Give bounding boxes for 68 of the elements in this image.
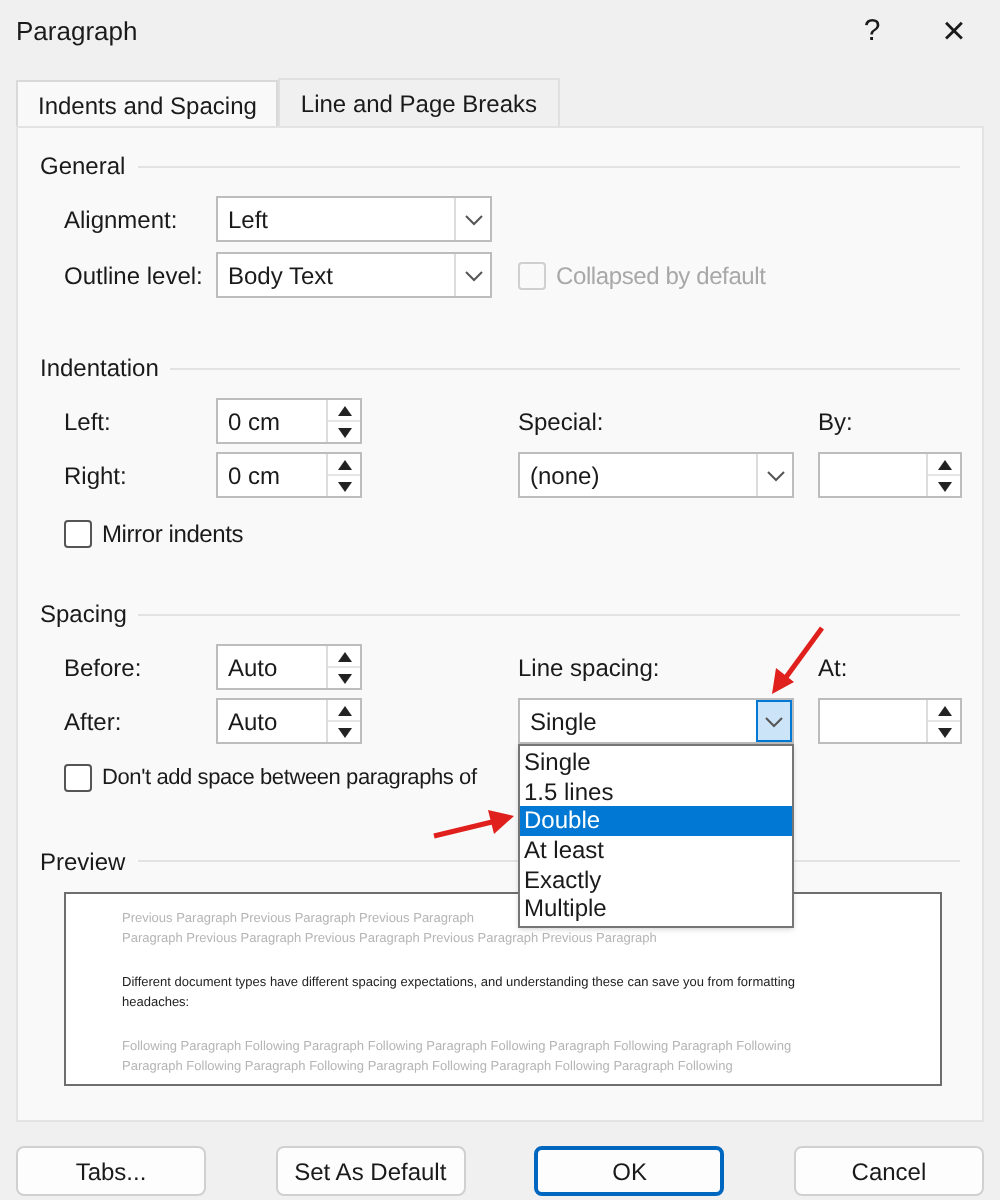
dropdown-option[interactable]: 1.5 lines (520, 777, 792, 807)
chevron-down-icon (463, 269, 483, 281)
spin-down-button[interactable] (328, 420, 360, 442)
chevron-down-icon (764, 715, 784, 727)
help-button[interactable]: ? (836, 0, 908, 64)
field-label: Alignment: (64, 203, 180, 237)
dropdown-option[interactable]: Multiple (520, 894, 792, 925)
field-label: At: (818, 651, 850, 685)
section-heading: General (40, 150, 126, 184)
field-label: Left: (64, 405, 113, 439)
dialog-button[interactable]: OK (534, 1146, 725, 1196)
dropdown-option[interactable]: Double (520, 806, 792, 837)
down-arrow-icon (937, 727, 951, 737)
up-arrow-icon (337, 705, 351, 715)
spin-down-button[interactable] (328, 720, 360, 742)
down-arrow-icon (337, 427, 351, 437)
spin-down-button[interactable] (328, 666, 360, 688)
window-title: Paragraph (16, 14, 140, 51)
field-label: By: (818, 405, 855, 439)
spin-box[interactable] (818, 698, 962, 744)
section-heading: Indentation (40, 352, 159, 386)
spin-box[interactable] (818, 452, 962, 498)
dropdown-option[interactable]: At least (520, 836, 792, 866)
up-arrow-icon (337, 651, 351, 661)
spin-box[interactable]: Auto (216, 698, 362, 744)
field-label: Special: (518, 405, 606, 439)
checkbox[interactable] (64, 520, 92, 548)
spin-box[interactable]: Auto (216, 644, 362, 690)
checkbox-label: Collapsed by default (556, 259, 766, 293)
dialog-button[interactable]: Tabs... (16, 1146, 206, 1196)
dropdown-option[interactable]: Single (520, 748, 792, 778)
checkbox-label: Don't add space between paragraphs of (102, 764, 477, 794)
up-arrow-icon (937, 705, 951, 715)
dropdown-field[interactable]: Body Text (216, 252, 492, 298)
field-label: Line spacing: (518, 651, 662, 685)
spin-down-button[interactable] (928, 474, 960, 496)
dropdown-field[interactable]: Single (518, 698, 794, 744)
dialog-button[interactable]: Set As Default (275, 1146, 466, 1196)
dialog-button[interactable]: Cancel (793, 1146, 984, 1196)
down-arrow-icon (337, 481, 351, 491)
dropdown-button[interactable] (756, 700, 792, 742)
down-arrow-icon (337, 727, 351, 737)
down-arrow-icon (337, 673, 351, 683)
up-arrow-icon (937, 459, 951, 469)
spin-down-button[interactable] (328, 474, 360, 496)
field-label: Before: (64, 651, 144, 685)
field-label: After: (64, 705, 124, 739)
down-arrow-icon (937, 481, 951, 491)
up-arrow-icon (337, 405, 351, 415)
section-heading: Spacing (40, 598, 127, 632)
spin-down-button[interactable] (928, 720, 960, 742)
chevron-down-icon (765, 469, 785, 481)
field-label: Outline level: (64, 259, 205, 293)
checkbox-label: Mirror indents (102, 518, 244, 552)
chevron-down-icon (463, 213, 483, 225)
close-button[interactable]: × (908, 0, 1000, 64)
spin-box[interactable]: 0 cm (216, 398, 362, 444)
dropdown-option[interactable]: Exactly (520, 865, 792, 895)
field-label: Right: (64, 459, 129, 493)
dropdown-field[interactable]: (none) (518, 452, 794, 498)
arrow-icon (432, 808, 516, 840)
dropdown-field[interactable]: Left (216, 196, 492, 242)
spin-box[interactable]: 0 cm (216, 452, 362, 498)
tab[interactable]: Line and Page Breaks (278, 78, 560, 126)
tab[interactable]: Indents and Spacing (16, 80, 279, 128)
up-arrow-icon (337, 459, 351, 469)
checkbox[interactable] (64, 764, 92, 793)
section-heading: Preview (40, 845, 126, 879)
